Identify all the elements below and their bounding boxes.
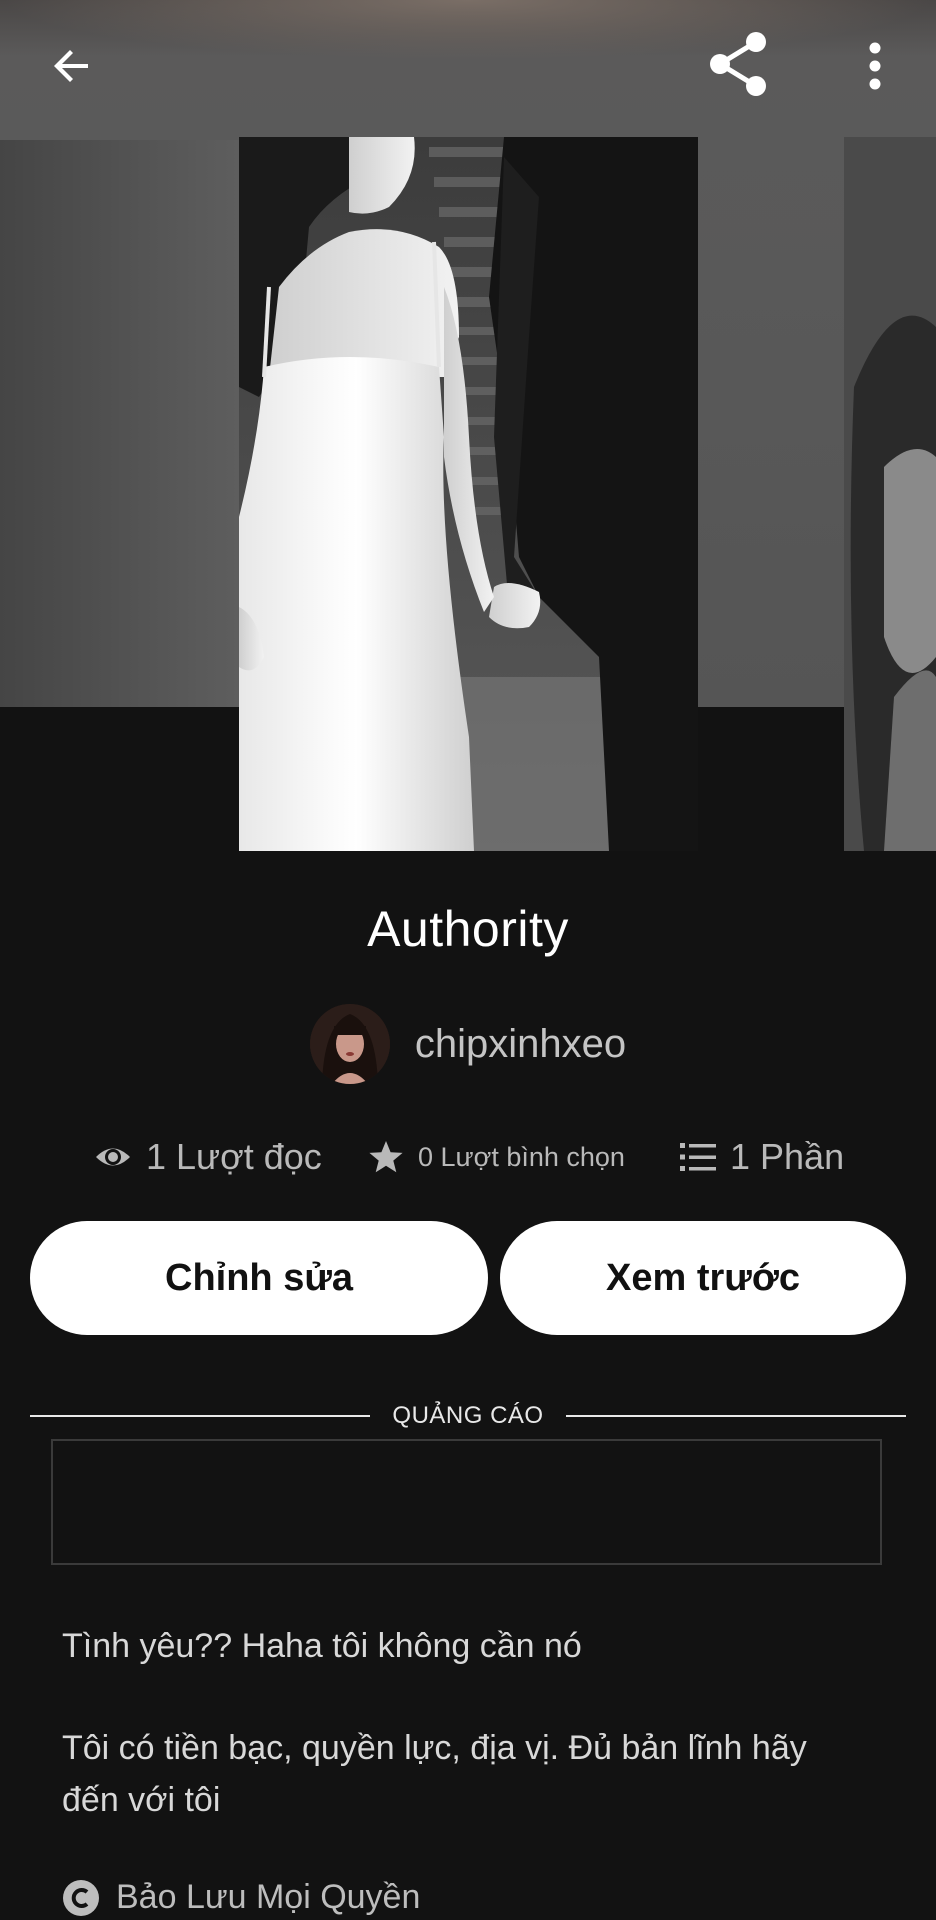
edit-button[interactable]: Chỉnh sửa bbox=[30, 1221, 488, 1335]
share-icon bbox=[710, 32, 766, 96]
ad-label: QUẢNG CÁO bbox=[392, 1402, 544, 1429]
story-stats: 1 Lượt đọc 0 Lượt bình chọn 1 Phần bbox=[0, 1130, 936, 1184]
back-button[interactable] bbox=[36, 30, 108, 102]
top-bar bbox=[0, 0, 936, 130]
story-details-page: Authority chipxinhxeo 1 Lượt đọc 0 Lượt … bbox=[0, 0, 936, 1920]
next-story-cover[interactable] bbox=[844, 137, 936, 851]
ad-slot[interactable] bbox=[51, 1439, 882, 1565]
more-vertical-icon bbox=[869, 42, 881, 90]
arrow-left-icon bbox=[54, 50, 88, 82]
star-icon bbox=[368, 1139, 404, 1175]
divider-line-left bbox=[30, 1415, 371, 1417]
copyright-icon bbox=[62, 1879, 100, 1917]
preview-button[interactable]: Xem trước bbox=[500, 1221, 906, 1335]
votes-count: 0 Lượt bình chọn bbox=[418, 1141, 625, 1172]
description-line: Tình yêu?? Haha tôi không cần nó bbox=[62, 1627, 582, 1665]
story-cover-image[interactable] bbox=[239, 137, 698, 851]
more-options-button[interactable] bbox=[844, 30, 906, 102]
description-line: Tôi có tiền bạc, quyền lực, địa vị. Đủ b… bbox=[62, 1729, 807, 1819]
author-avatar[interactable] bbox=[309, 1004, 390, 1084]
story-description: Tình yêu?? Haha tôi không cần nó Tôi có … bbox=[62, 1620, 872, 1876]
reads-stat: 1 Lượt đọc bbox=[94, 1130, 322, 1184]
copyright-row: Bảo Lưu Mọi Quyền bbox=[62, 1878, 420, 1917]
parts-stat: 1 Phần bbox=[680, 1130, 844, 1184]
copyright-label: Bảo Lưu Mọi Quyền bbox=[116, 1878, 421, 1916]
list-icon bbox=[680, 1141, 716, 1173]
votes-stat: 0 Lượt bình chọn bbox=[368, 1130, 625, 1184]
author-name[interactable]: chipxinhxeo bbox=[415, 1022, 626, 1067]
share-button[interactable] bbox=[700, 26, 776, 102]
parts-count: 1 Phần bbox=[730, 1136, 845, 1177]
author-row[interactable]: chipxinhxeo bbox=[0, 1004, 936, 1084]
eye-icon bbox=[94, 1138, 132, 1176]
reads-count: 1 Lượt đọc bbox=[146, 1136, 322, 1177]
divider-line-right bbox=[565, 1415, 906, 1417]
ad-divider: QUẢNG CÁO bbox=[30, 1400, 906, 1432]
story-title: Authority bbox=[367, 901, 569, 957]
